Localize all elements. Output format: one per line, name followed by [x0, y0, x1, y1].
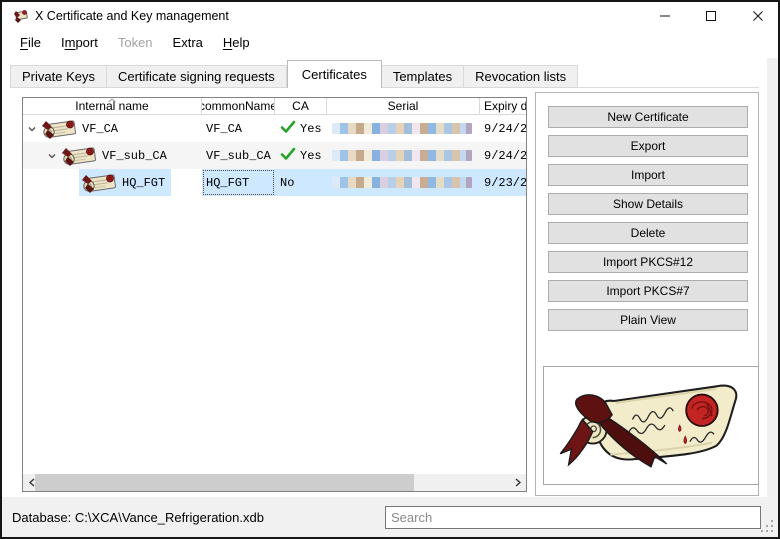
common-name-cell: VF_sub_CA: [202, 142, 275, 169]
minimize-icon: [659, 15, 670, 17]
expiry-label: 9/24/20: [484, 121, 526, 136]
ca-cell: No: [275, 169, 327, 196]
close-icon: [752, 11, 763, 21]
column-header-ca[interactable]: CA: [275, 98, 327, 114]
tabbar: Private Keys Certificate signing requests…: [10, 60, 766, 88]
scroll-right-arrow[interactable]: [509, 474, 526, 491]
common-name-cell: VF_CA: [202, 115, 275, 142]
show-details-button[interactable]: Show Details: [548, 193, 748, 215]
internal-name-cell: VF_sub_CA: [23, 142, 202, 169]
plain-view-button[interactable]: Plain View: [548, 309, 748, 331]
serial-cell: [327, 142, 480, 169]
expand-chevron-icon[interactable]: [45, 151, 59, 161]
tree-node: VF_CA: [39, 115, 124, 142]
redacted-serial: [332, 150, 472, 161]
expiry-cell: 9/23/20: [480, 169, 526, 196]
sort-ascending-icon: [108, 98, 117, 103]
ca-cell: Yes: [275, 115, 327, 142]
menu-help[interactable]: Help: [213, 30, 260, 57]
table-body: VF_CA VF_CA Yes 9/24/20 VF_sub_CA VF_sub_CA Ye…: [23, 115, 526, 196]
tab-private-keys[interactable]: Private Keys: [10, 65, 107, 88]
horizontal-scrollbar[interactable]: [23, 474, 526, 491]
delete-button[interactable]: Delete: [548, 222, 748, 244]
common-name-label: VF_sub_CA: [206, 148, 271, 163]
column-header-commonname[interactable]: commonName: [202, 98, 275, 114]
column-header-internal-name[interactable]: Internal name: [23, 98, 202, 114]
scrollbar-thumb[interactable]: [35, 474, 414, 491]
serial-cell: [327, 115, 480, 142]
titlebar: X Certificate and Key management: [2, 2, 778, 30]
statusbar: Database: C:\XCA\Vance_Refrigeration.xdb: [2, 497, 778, 537]
internal-name-label: VF_sub_CA: [102, 148, 167, 163]
database-path-label: Database: C:\XCA\Vance_Refrigeration.xdb: [12, 510, 264, 525]
internal-name-cell: HQ_FGT: [23, 169, 202, 196]
import-pkcs-12-button[interactable]: Import PKCS#12: [548, 251, 748, 273]
internal-name-label: HQ_FGT: [122, 175, 166, 190]
common-name-label: VF_CA: [206, 121, 243, 136]
certificate-icon: [39, 118, 79, 140]
checkmark-icon: [280, 147, 296, 165]
table-header: Internal namecommonName CA Serial Expiry da…: [23, 98, 526, 115]
certificate-icon: [59, 145, 99, 167]
new-certificate-button[interactable]: New Certificate: [548, 106, 748, 128]
ca-label: Yes: [300, 148, 322, 163]
xca-logo-frame: [543, 366, 759, 485]
internal-name-cell: VF_CA: [23, 115, 202, 142]
column-header-label: commonName: [202, 99, 275, 113]
import-pkcs-7-button[interactable]: Import PKCS#7: [548, 280, 748, 302]
chevron-right-icon: [515, 478, 521, 487]
ca-label: No: [280, 175, 295, 190]
redacted-serial: [332, 123, 472, 134]
window-title: X Certificate and Key management: [35, 9, 229, 23]
column-header-serial[interactable]: Serial: [327, 98, 480, 114]
column-header-label: Serial: [387, 99, 419, 113]
tab-certificate-signing-requests[interactable]: Certificate signing requests: [106, 65, 287, 88]
maximize-icon: [705, 11, 716, 21]
checkmark-icon: [280, 120, 296, 138]
search-input[interactable]: [385, 506, 761, 529]
xca-window: X Certificate and Key management File Imp…: [0, 0, 780, 539]
certificates-table: Internal namecommonName CA Serial Expiry da…: [22, 97, 527, 492]
tree-row-hq-fgt[interactable]: HQ_FGT HQ_FGT No 9/23/20: [23, 169, 526, 196]
xca-logo: [559, 384, 738, 468]
menu-import[interactable]: Import: [51, 30, 108, 57]
resize-grip[interactable]: [760, 519, 773, 532]
redacted-serial: [332, 177, 472, 188]
serial-cell: [327, 169, 480, 196]
tree-node: HQ_FGT: [79, 169, 172, 196]
tree-row-vf-sub-ca[interactable]: VF_sub_CA VF_sub_CA Yes 9/24/20: [23, 142, 526, 169]
tree-node: VF_sub_CA: [59, 142, 173, 169]
ca-label: Yes: [300, 121, 322, 136]
common-name-label: HQ_FGT: [206, 175, 250, 190]
menu-file[interactable]: File: [10, 30, 51, 57]
expiry-label: 9/24/20: [484, 148, 526, 163]
close-button[interactable]: [735, 2, 778, 30]
expiry-cell: 9/24/20: [480, 115, 526, 142]
export-button[interactable]: Export: [548, 135, 748, 157]
right-margin: [767, 58, 778, 499]
internal-name-label: VF_CA: [82, 121, 119, 136]
tab-revocation-lists[interactable]: Revocation lists: [464, 65, 579, 88]
certificate-icon: [79, 172, 119, 194]
maximize-button[interactable]: [688, 2, 733, 30]
tab-certificates[interactable]: Certificates: [286, 60, 382, 88]
tab-templates[interactable]: Templates: [381, 65, 465, 88]
import-button[interactable]: Import: [548, 164, 748, 186]
menu-extra[interactable]: Extra: [163, 30, 213, 57]
column-header-expiry-date[interactable]: Expiry date: [480, 98, 526, 114]
app-icon: [13, 8, 29, 24]
tree-row-vf-ca[interactable]: VF_CA VF_CA Yes 9/24/20: [23, 115, 526, 142]
menubar: File Import Token Extra Help: [2, 30, 778, 57]
column-header-label: Expiry date: [484, 99, 526, 113]
expiry-label: 9/23/20: [484, 175, 526, 190]
common-name-cell: HQ_FGT: [202, 169, 275, 196]
ca-cell: Yes: [275, 142, 327, 169]
column-header-label: CA: [292, 99, 309, 113]
expand-chevron-icon[interactable]: [25, 124, 39, 134]
expiry-cell: 9/24/20: [480, 142, 526, 169]
menu-token[interactable]: Token: [108, 30, 163, 57]
minimize-button[interactable]: [642, 2, 687, 30]
actions-panel: New Certificate Export Import Show Details D…: [535, 92, 759, 496]
